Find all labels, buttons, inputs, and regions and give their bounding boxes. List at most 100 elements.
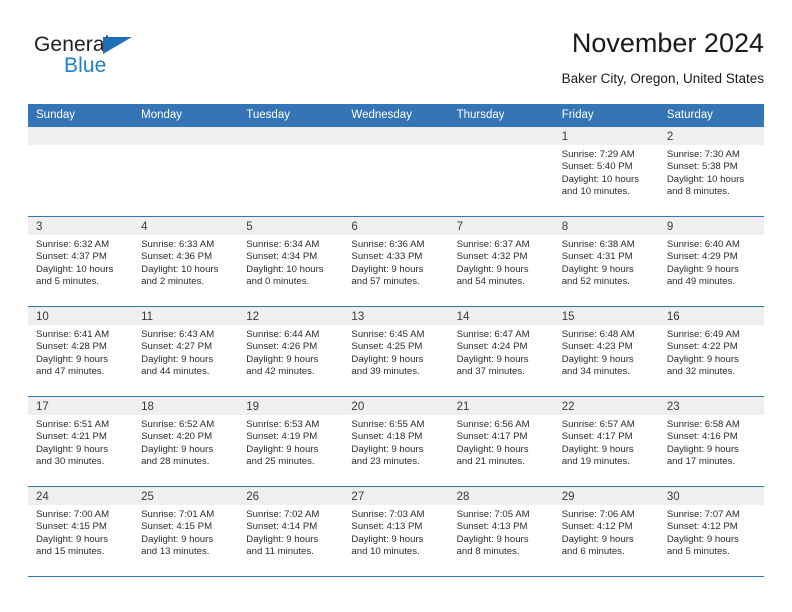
daylight-line-2: and 49 minutes. <box>666 276 736 288</box>
daylight-line-2: and 8 minutes. <box>666 186 730 198</box>
sunrise-line: Sunrise: 6:58 AM <box>666 419 740 430</box>
day-cell[interactable]: 26 Sunrise: 7:02 AM Sunset: 4:14 PM Dayl… <box>238 487 344 576</box>
sunrise-line: Sunrise: 7:02 AM <box>246 509 320 520</box>
day-cell[interactable]: 21 Sunrise: 6:56 AM Sunset: 4:17 PM Dayl… <box>448 397 554 486</box>
day-cell[interactable] <box>28 127 134 216</box>
date-band <box>238 127 344 145</box>
date-number: 4 <box>141 221 148 233</box>
day-cell[interactable]: 6 Sunrise: 6:36 AM Sunset: 4:33 PM Dayli… <box>343 217 449 306</box>
day-cell[interactable]: 12 Sunrise: 6:44 AM Sunset: 4:26 PM Dayl… <box>238 307 344 396</box>
day-cell-body: Sunrise: 6:56 AM Sunset: 4:17 PM Dayligh… <box>449 415 554 469</box>
sunset-line: Sunset: 4:24 PM <box>456 341 528 353</box>
sunrise-line: Sunrise: 6:56 AM <box>456 419 530 430</box>
date-number: 25 <box>141 491 154 503</box>
day-cell[interactable]: 5 Sunrise: 6:34 AM Sunset: 4:34 PM Dayli… <box>238 217 344 306</box>
general-blue-logo[interactable]: General Blue <box>34 34 194 88</box>
day-cell-body <box>28 145 133 149</box>
date-band: 4 <box>133 217 239 235</box>
daylight-line-1: Daylight: 9 hours <box>666 533 739 545</box>
day-cell[interactable] <box>133 127 239 216</box>
date-number: 12 <box>246 311 260 323</box>
date-number: 9 <box>666 221 674 233</box>
daylight-line-1: Daylight: 9 hours <box>561 353 634 365</box>
sunrise-line: Sunrise: 6:51 AM <box>36 419 110 430</box>
day-cell[interactable] <box>343 127 449 216</box>
day-cell-body: Sunrise: 6:47 AM Sunset: 4:24 PM Dayligh… <box>449 325 554 379</box>
daylight-line-1: Daylight: 9 hours <box>456 533 529 545</box>
daylight-line-2: and 17 minutes. <box>666 456 736 468</box>
date-band <box>28 127 134 145</box>
sunrise-line: Sunrise: 6:32 AM <box>36 239 110 250</box>
daylight-line-1: Daylight: 9 hours <box>36 443 108 455</box>
day-cell[interactable]: 4 Sunrise: 6:33 AM Sunset: 4:36 PM Dayli… <box>133 217 239 306</box>
day-cell[interactable]: 17 Sunrise: 6:51 AM Sunset: 4:21 PM Dayl… <box>28 397 134 486</box>
day-cell-body <box>133 145 238 149</box>
day-cell[interactable]: 14 Sunrise: 6:47 AM Sunset: 4:24 PM Dayl… <box>448 307 554 396</box>
day-cell[interactable]: 7 Sunrise: 6:37 AM Sunset: 4:32 PM Dayli… <box>448 217 554 306</box>
date-band: 3 <box>28 217 134 235</box>
sunrise-line: Sunrise: 7:05 AM <box>456 509 530 520</box>
sunrise-line: Sunrise: 6:38 AM <box>561 239 635 250</box>
sunset-line: Sunset: 4:36 PM <box>141 251 213 263</box>
day-cell[interactable]: 19 Sunrise: 6:53 AM Sunset: 4:19 PM Dayl… <box>238 397 344 486</box>
day-cell[interactable]: 28 Sunrise: 7:05 AM Sunset: 4:13 PM Dayl… <box>448 487 554 576</box>
day-cell[interactable]: 11 Sunrise: 6:43 AM Sunset: 4:27 PM Dayl… <box>133 307 239 396</box>
day-cell[interactable]: 29 Sunrise: 7:06 AM Sunset: 4:12 PM Dayl… <box>553 487 659 576</box>
day-cell[interactable]: 8 Sunrise: 6:38 AM Sunset: 4:31 PM Dayli… <box>553 217 659 306</box>
date-number: 16 <box>666 311 680 323</box>
day-cell[interactable]: 9 Sunrise: 6:40 AM Sunset: 4:29 PM Dayli… <box>658 217 764 306</box>
day-cell[interactable]: 20 Sunrise: 6:55 AM Sunset: 4:18 PM Dayl… <box>343 397 449 486</box>
daylight-line-2: and 15 minutes. <box>36 546 105 558</box>
day-cell[interactable]: 1 Sunrise: 7:29 AM Sunset: 5:40 PM Dayli… <box>553 127 659 216</box>
sunset-line: Sunset: 4:22 PM <box>666 341 738 353</box>
sunrise-line: Sunrise: 7:29 AM <box>561 149 635 160</box>
date-number: 2 <box>666 131 674 143</box>
daylight-line-1: Daylight: 9 hours <box>456 263 529 275</box>
day-cell[interactable]: 22 Sunrise: 6:57 AM Sunset: 4:17 PM Dayl… <box>553 397 659 486</box>
day-cell[interactable]: 3 Sunrise: 6:32 AM Sunset: 4:37 PM Dayli… <box>28 217 134 306</box>
week-row: 10 Sunrise: 6:41 AM Sunset: 4:28 PM Dayl… <box>28 307 764 397</box>
day-cell-body: Sunrise: 6:51 AM Sunset: 4:21 PM Dayligh… <box>28 415 133 469</box>
date-band <box>133 127 239 145</box>
sunset-line: Sunset: 5:38 PM <box>666 161 738 173</box>
week-row: 17 Sunrise: 6:51 AM Sunset: 4:21 PM Dayl… <box>28 397 764 487</box>
date-number: 20 <box>351 401 365 413</box>
day-cell[interactable] <box>448 127 554 216</box>
day-cell[interactable]: 27 Sunrise: 7:03 AM Sunset: 4:13 PM Dayl… <box>343 487 449 576</box>
date-band: 23 <box>658 397 764 415</box>
day-cell[interactable]: 24 Sunrise: 7:00 AM Sunset: 4:15 PM Dayl… <box>28 487 134 576</box>
daylight-line-1: Daylight: 9 hours <box>351 533 424 545</box>
week-row: 24 Sunrise: 7:00 AM Sunset: 4:15 PM Dayl… <box>28 487 764 577</box>
weekday-header-monday: Monday <box>141 109 183 121</box>
daylight-line-2: and 34 minutes. <box>561 366 630 378</box>
date-number: 7 <box>456 221 463 233</box>
date-band: 15 <box>553 307 659 325</box>
logo-text-blue: Blue <box>64 54 107 77</box>
day-cell[interactable]: 30 Sunrise: 7:07 AM Sunset: 4:12 PM Dayl… <box>658 487 764 576</box>
day-cell[interactable]: 2 Sunrise: 7:30 AM Sunset: 5:38 PM Dayli… <box>658 127 764 216</box>
sunset-line: Sunset: 4:33 PM <box>351 251 423 263</box>
day-cell[interactable]: 18 Sunrise: 6:52 AM Sunset: 4:20 PM Dayl… <box>133 397 239 486</box>
date-number: 27 <box>351 491 365 503</box>
day-cell[interactable]: 23 Sunrise: 6:58 AM Sunset: 4:16 PM Dayl… <box>658 397 764 486</box>
sunrise-line: Sunrise: 7:01 AM <box>141 509 215 520</box>
date-number: 17 <box>36 401 49 413</box>
date-number: 14 <box>456 311 470 323</box>
day-cell[interactable]: 10 Sunrise: 6:41 AM Sunset: 4:28 PM Dayl… <box>28 307 134 396</box>
sunrise-line: Sunrise: 7:06 AM <box>561 509 635 520</box>
day-cell-body <box>343 145 448 149</box>
day-cell[interactable]: 13 Sunrise: 6:45 AM Sunset: 4:25 PM Dayl… <box>343 307 449 396</box>
daylight-line-2: and 25 minutes. <box>246 456 315 468</box>
sunset-line: Sunset: 4:28 PM <box>36 341 107 353</box>
date-band: 24 <box>28 487 134 505</box>
day-cell[interactable]: 25 Sunrise: 7:01 AM Sunset: 4:15 PM Dayl… <box>133 487 239 576</box>
day-cell-body: Sunrise: 6:43 AM Sunset: 4:27 PM Dayligh… <box>133 325 238 379</box>
date-band: 2 <box>658 127 764 145</box>
day-cell-body: Sunrise: 7:05 AM Sunset: 4:13 PM Dayligh… <box>449 505 554 559</box>
day-cell[interactable]: 15 Sunrise: 6:48 AM Sunset: 4:23 PM Dayl… <box>553 307 659 396</box>
day-cell[interactable]: 16 Sunrise: 6:49 AM Sunset: 4:22 PM Dayl… <box>658 307 764 396</box>
date-band: 30 <box>658 487 764 505</box>
day-cell[interactable] <box>238 127 344 216</box>
date-number: 21 <box>456 401 470 413</box>
daylight-line-1: Daylight: 9 hours <box>246 443 319 455</box>
